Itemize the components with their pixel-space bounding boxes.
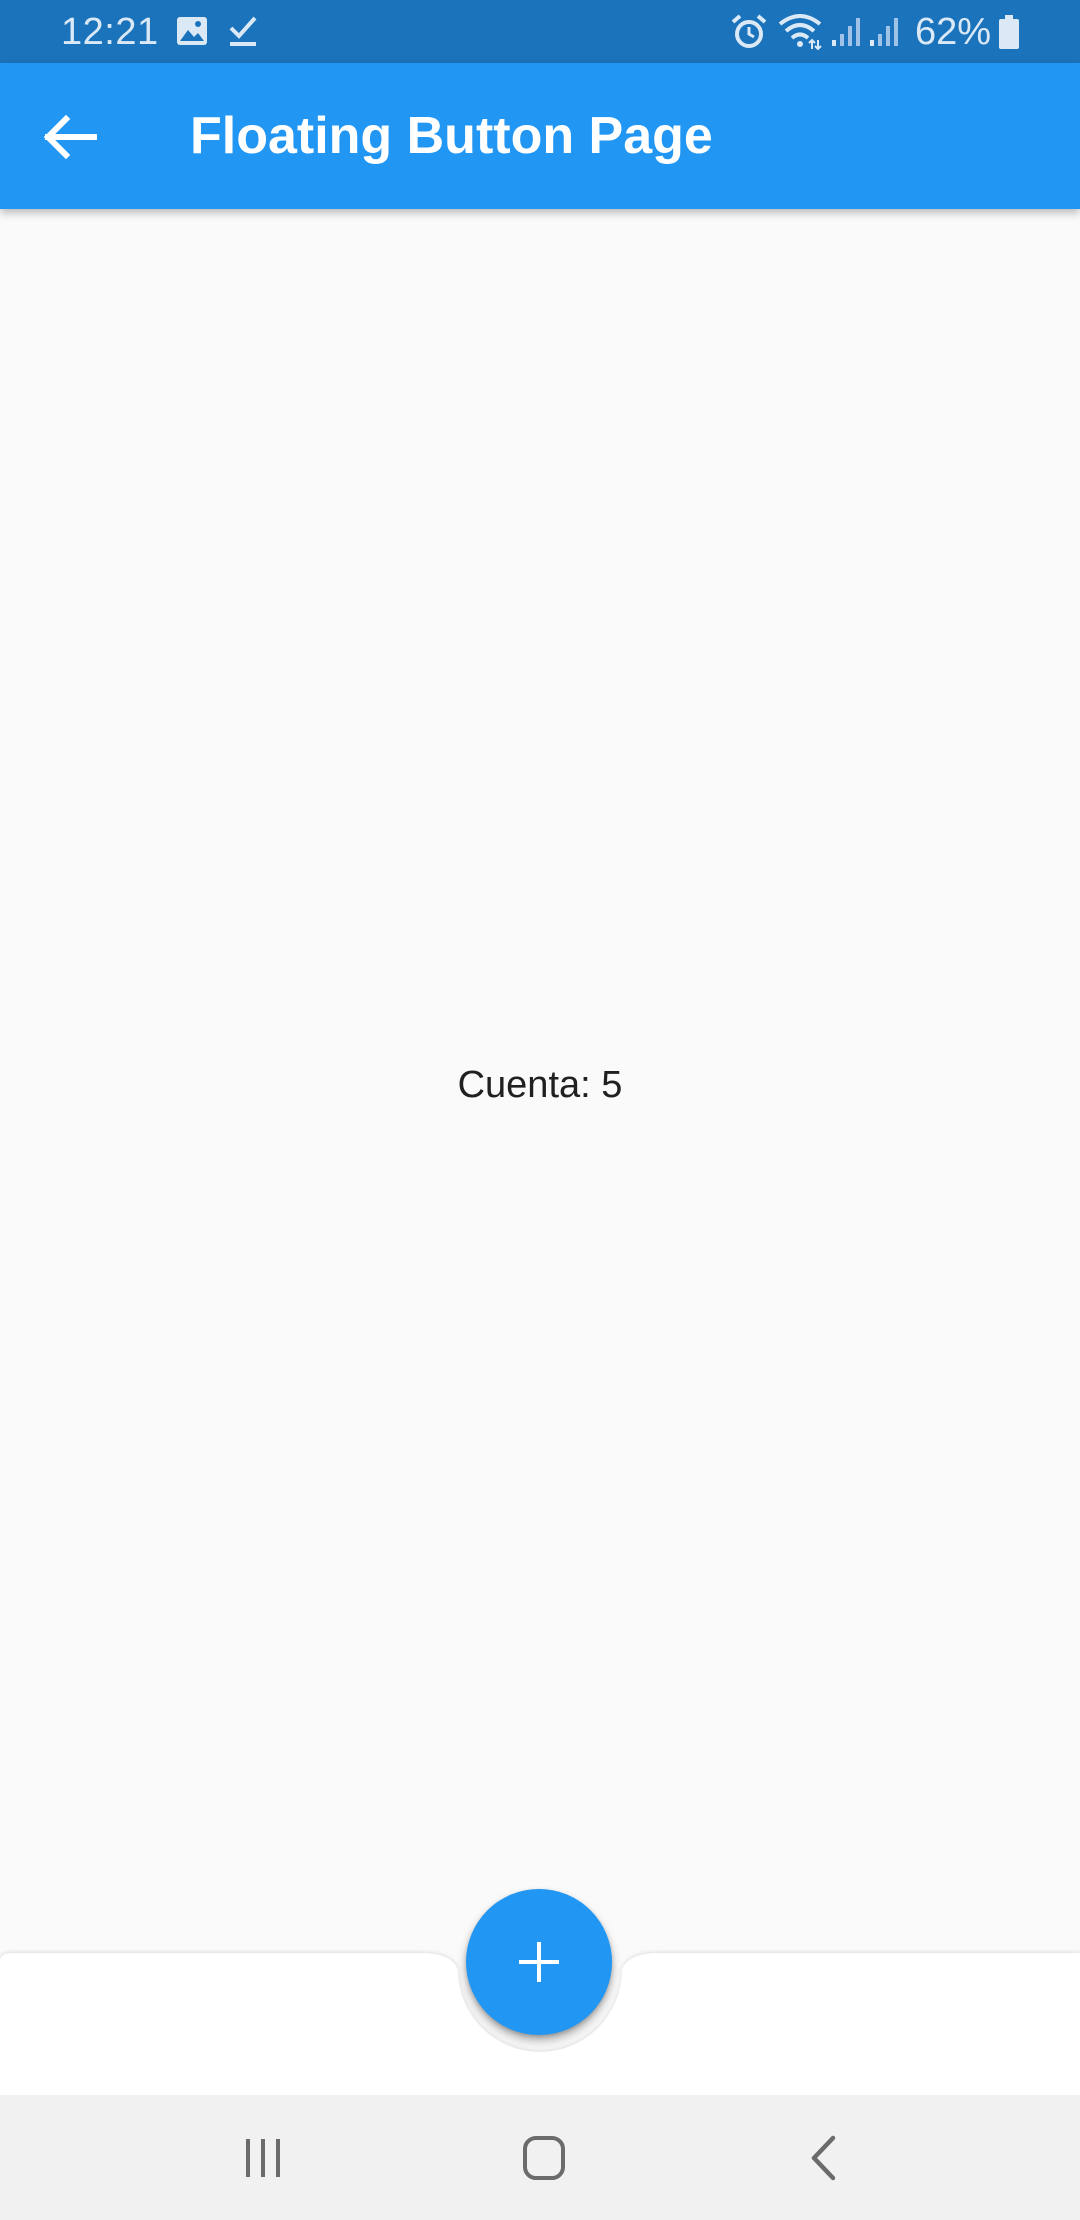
home-icon[interactable]: [509, 2125, 579, 2191]
add-icon: [519, 1942, 559, 1982]
battery-icon: [999, 15, 1019, 49]
battery-percent: 62%: [915, 11, 992, 53]
check-icon: [229, 16, 257, 46]
arrow-back-icon[interactable]: [30, 97, 110, 177]
wifi-icon: [778, 14, 822, 50]
alarm-icon: [731, 14, 767, 48]
signal-icon: [832, 18, 860, 46]
recent-apps-icon[interactable]: [228, 2125, 298, 2191]
system-nav-bar: [0, 2095, 1080, 2220]
app-bar: Floating Button Page: [0, 63, 1080, 209]
signal-icon: [870, 18, 898, 46]
status-bar: 12:21 62%: [0, 0, 1080, 63]
counter-text: Cuenta: 5: [457, 1064, 623, 1106]
back-icon[interactable]: [790, 2125, 860, 2191]
gallery-icon: [177, 17, 207, 45]
page-title: Floating Button Page: [190, 107, 713, 165]
status-time: 12:21: [61, 11, 159, 53]
add-fab-button[interactable]: [466, 1889, 612, 2035]
